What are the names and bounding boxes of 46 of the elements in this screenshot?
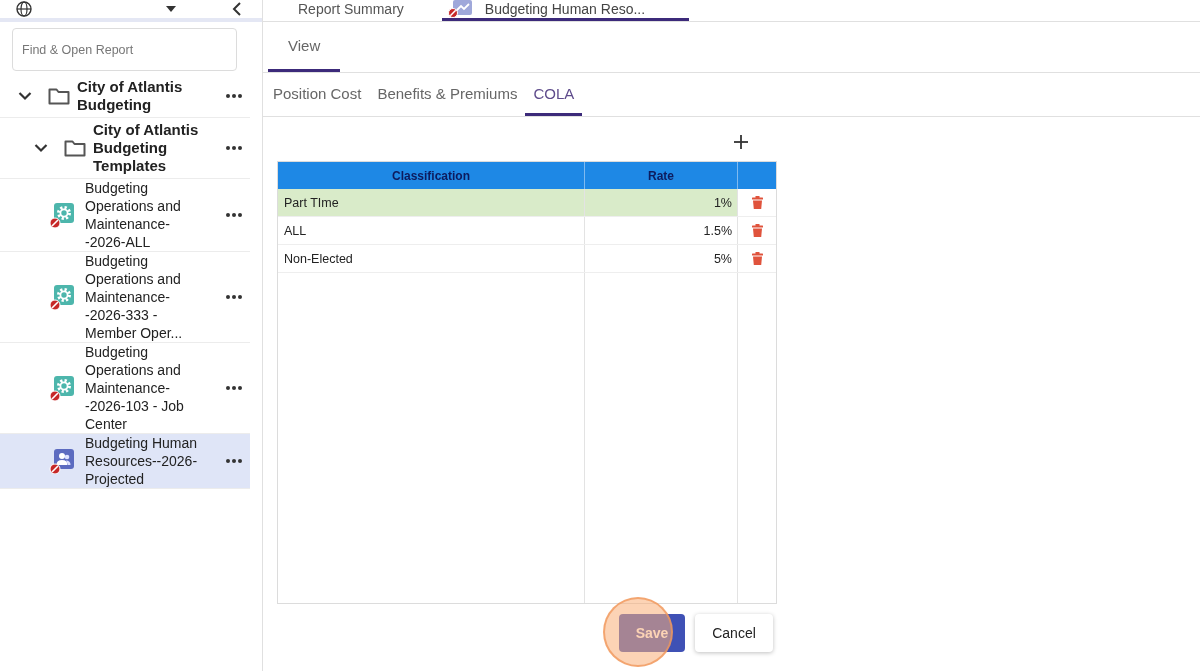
- table-row[interactable]: ALL 1.5%: [278, 217, 776, 245]
- tree-item-label: Budgeting Operations and Maintenance- -2026-333 - Member Oper...: [85, 252, 184, 342]
- more-icon[interactable]: [226, 386, 242, 390]
- gear-report-icon: [49, 284, 75, 310]
- cancel-button[interactable]: Cancel: [695, 614, 773, 652]
- tree-item-label: City of Atlantis Budgeting: [77, 78, 184, 114]
- chevron-down-icon[interactable]: [18, 91, 32, 101]
- gear-report-icon: [49, 375, 75, 401]
- table-row[interactable]: Non-Elected 5%: [278, 245, 776, 273]
- search-field[interactable]: Find & Open Report: [12, 28, 237, 71]
- caret-down-icon[interactable]: [166, 5, 176, 13]
- tree-item-label: Budgeting Human Resources--2026-Projected: [85, 434, 199, 488]
- chevron-left-icon[interactable]: [232, 2, 242, 16]
- tree-row[interactable]: Budgeting Human Resources--2026-Projected: [0, 434, 250, 489]
- plus-icon[interactable]: [734, 135, 748, 149]
- trash-icon[interactable]: [751, 224, 763, 237]
- tree-row[interactable]: Budgeting Operations and Maintenance- -2026-ALL: [0, 179, 250, 252]
- section-tab[interactable]: Benefits & Premiums: [369, 73, 526, 116]
- table-cell: Non-Elected: [278, 245, 585, 272]
- people-report-icon: [49, 448, 75, 474]
- table-cell: ALL: [278, 217, 585, 244]
- folder-icon: [48, 87, 70, 105]
- report-tab[interactable]: Budgeting Human Reso...: [441, 0, 690, 21]
- folder-icon: [64, 139, 86, 157]
- more-icon[interactable]: [226, 94, 242, 98]
- chevron-down-icon[interactable]: [34, 143, 48, 153]
- tree-row[interactable]: City of Atlantis Budgeting Templates: [0, 118, 250, 179]
- gear-report-icon: [49, 202, 75, 228]
- tree-item-label: City of Atlantis Budgeting Templates: [93, 121, 200, 175]
- trash-icon[interactable]: [751, 196, 763, 209]
- section-tab[interactable]: Position Cost: [265, 73, 370, 116]
- trash-icon[interactable]: [751, 252, 763, 265]
- tree-item-label: Budgeting Operations and Maintenance- -2026-103 - Job Center: [85, 343, 185, 433]
- more-icon[interactable]: [226, 213, 242, 217]
- more-icon[interactable]: [226, 146, 242, 150]
- tree-item-label: Budgeting Operations and Maintenance- -2026-ALL: [85, 179, 182, 251]
- section-tab[interactable]: COLA: [525, 73, 583, 116]
- more-icon[interactable]: [226, 295, 242, 299]
- tree-row[interactable]: Budgeting Operations and Maintenance- -2026-333 - Member Oper...: [0, 252, 250, 343]
- tree-row[interactable]: City of Atlantis Budgeting: [0, 75, 250, 118]
- view-tab[interactable]: View: [268, 22, 341, 72]
- report-tab[interactable]: Report Summary: [268, 0, 434, 21]
- more-icon[interactable]: [226, 459, 242, 463]
- table-row[interactable]: Part TIme 1%: [278, 189, 776, 217]
- table-cell: Part TIme: [278, 189, 585, 216]
- globe-icon[interactable]: [16, 1, 32, 17]
